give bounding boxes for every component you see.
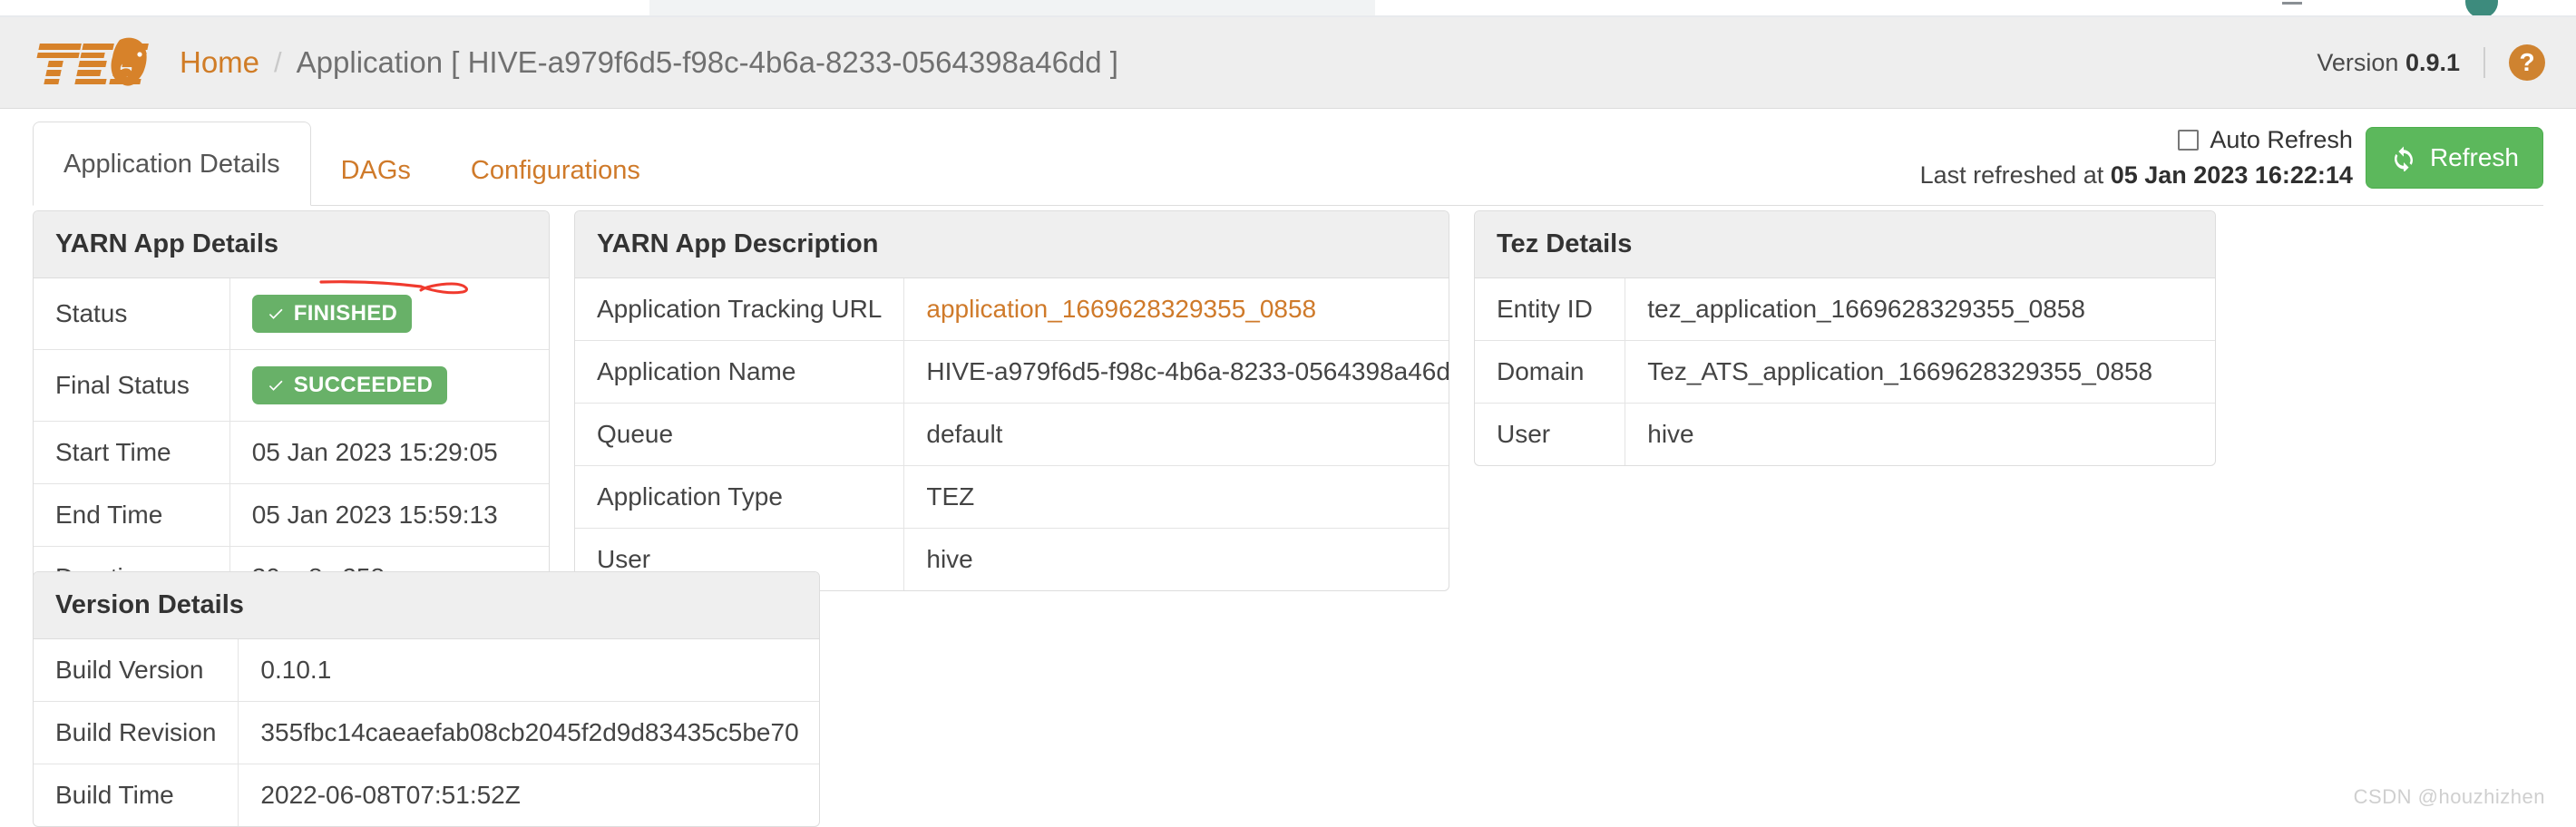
header-right-section: Version 0.9.1 ? [2317,44,2545,81]
version-label: Version [2317,48,2399,76]
row-value: application_1669628329355_0858 [904,278,1449,341]
minimize-icon[interactable] [2282,2,2302,5]
row-value: Tez_ATS_application_1669628329355_0858 [1625,340,2215,404]
table-row: Final Status SUCCEEDED [34,349,549,422]
table-tez-details: Entity ID tez_application_1669628329355_… [1475,278,2215,465]
last-refreshed-text: Last refreshed at 05 Jan 2023 16:22:14 [1920,161,2353,190]
row-key: End Time [34,483,230,547]
breadcrumb: Home / Application [ HIVE-a979f6d5-f98c-… [180,45,1118,80]
table-row: User hive [1475,403,2215,465]
table-row: Application Tracking URL application_166… [575,278,1449,341]
final-status-badge-label: SUCCEEDED [293,373,434,397]
row-key: Build Revision [34,701,239,764]
browser-tab[interactable] [649,0,1375,16]
panel-version-details: Version Details Build Version 0.10.1 Bui… [33,571,820,827]
table-row: Queue default [575,403,1449,466]
row-key: Domain [1475,340,1626,404]
tez-logo[interactable] [33,34,158,91]
last-refreshed-timestamp: 05 Jan 2023 16:22:14 [2110,161,2353,189]
row-value: 05 Jan 2023 15:59:13 [229,483,549,547]
row-value: hive [1625,403,2215,465]
row-value: HIVE-a979f6d5-f98c-4b6a-8233-0564398a46d… [903,340,1449,404]
auto-refresh-label: Auto Refresh [2210,126,2353,153]
breadcrumb-separator: / [274,46,282,78]
status-badge-label: FINISHED [293,301,398,326]
table-row: Build Version 0.10.1 [34,639,819,702]
row-key: User [1475,403,1626,465]
refresh-controls: Auto Refresh Last refreshed at 05 Jan 20… [1920,126,2543,190]
check-icon [267,376,285,394]
table-row: Build Time 2022-06-08T07:51:52Z [34,764,819,826]
panel-title-yarn-app-description: YARN App Description [575,211,1449,278]
panel-yarn-app-description: YARN App Description Application Trackin… [574,210,1449,591]
row-key: Build Version [34,639,239,702]
auto-refresh-checkbox[interactable] [2178,130,2200,151]
row-value: 05 Jan 2023 15:29:05 [229,421,549,484]
table-row: Application Type TEZ [575,465,1449,529]
tab-configurations[interactable]: Configurations [441,135,670,206]
auto-refresh-toggle[interactable]: Auto Refresh [2178,126,2353,154]
tab-dags[interactable]: DAGs [311,135,441,206]
row-key: Queue [575,403,905,466]
panel-title-version-details: Version Details [34,572,819,639]
table-row: End Time 05 Jan 2023 15:59:13 [34,483,549,547]
row-value: FINISHED [229,278,549,350]
row-value: SUCCEEDED [229,349,549,422]
table-version-details: Build Version 0.10.1 Build Revision 355f… [34,639,819,826]
table-row: Domain Tez_ATS_application_1669628329355… [1475,340,2215,404]
breadcrumb-home-link[interactable]: Home [180,45,259,80]
last-refreshed-prefix: Last refreshed at [1919,161,2104,189]
header-divider [2483,47,2485,78]
row-key: Status [34,278,230,350]
table-yarn-app-description: Application Tracking URL application_166… [575,278,1449,590]
row-value: 2022-06-08T07:51:52Z [238,764,819,826]
version-number: 0.9.1 [2405,48,2460,76]
browser-chrome-strip [0,0,2576,17]
row-key: Application Type [575,465,905,529]
panel-tez-details: Tez Details Entity ID tez_application_16… [1474,210,2216,466]
row-key: Entity ID [1475,278,1626,341]
row-value: hive [903,528,1449,590]
row-value: tez_application_1669628329355_0858 [1647,295,2085,323]
row-key: Start Time [34,421,230,484]
tab-list: Application Details DAGs Configurations [33,122,670,206]
table-row: Start Time 05 Jan 2023 15:29:05 [34,421,549,484]
row-key: Final Status [34,349,230,422]
help-icon[interactable]: ? [2509,44,2545,81]
app-version: Version 0.9.1 [2317,49,2460,77]
check-icon [267,305,285,323]
row-value: 0.10.1 [260,656,332,684]
row-key: Application Tracking URL [575,278,905,341]
tab-bottom-border [33,205,2543,206]
app-header: Home / Application [ HIVE-a979f6d5-f98c-… [0,17,2576,109]
row-key: Build Time [34,764,239,826]
application-tracking-url-link[interactable]: application_1669628329355_0858 [926,295,1316,323]
tab-bar: Application Details DAGs Configurations … [0,110,2576,295]
panel-title-yarn-app-details: YARN App Details [34,211,549,278]
row-key: Application Name [575,340,905,404]
row-value: 355fbc14caeaefab08cb2045f2d9d83435c5be70 [238,701,819,764]
panel-title-tez-details: Tez Details [1475,211,2215,278]
row-value: TEZ [903,465,1449,529]
tab-application-details[interactable]: Application Details [33,122,311,206]
status-badge: FINISHED [251,295,413,333]
table-row: Build Revision 355fbc14caeaefab08cb2045f… [34,701,819,764]
watermark: CSDN @houzhizhen [2353,785,2545,808]
final-status-badge: SUCCEEDED [251,366,448,404]
refresh-icon [2390,144,2417,171]
table-row: Entity ID tez_application_1669628329355_… [1475,278,2215,341]
detail-panels: YARN App Details Status FINISHED Final S… [33,210,2543,609]
panel-yarn-app-details: YARN App Details Status FINISHED Final S… [33,210,550,609]
table-row: Application Name HIVE-a979f6d5-f98c-4b6a… [575,340,1449,404]
table-yarn-app-details: Status FINISHED Final Status SUCCEEDED S… [34,278,549,608]
refresh-button-label: Refresh [2429,143,2519,171]
refresh-button[interactable]: Refresh [2365,127,2543,189]
refresh-status-block: Auto Refresh Last refreshed at 05 Jan 20… [1920,126,2353,190]
breadcrumb-current-page: Application [ HIVE-a979f6d5-f98c-4b6a-82… [296,45,1118,79]
table-row: Status FINISHED [34,278,549,350]
row-value: default [903,403,1449,466]
